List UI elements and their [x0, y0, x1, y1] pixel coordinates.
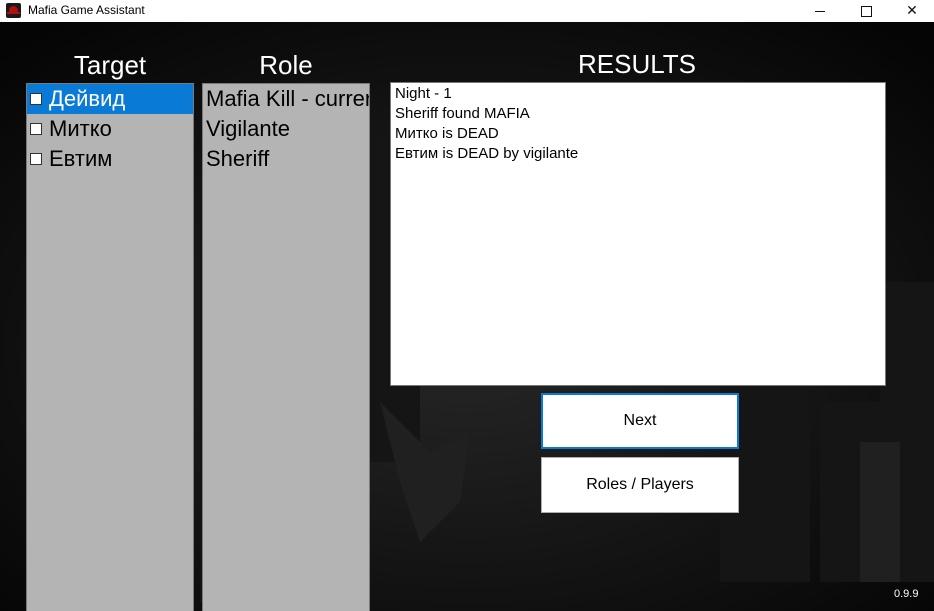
- role-header: Role: [259, 50, 313, 80]
- target-item[interactable]: Митко: [27, 114, 193, 144]
- title-bar: Mafia Game Assistant ✕: [0, 0, 934, 22]
- window-title: Mafia Game Assistant: [28, 3, 145, 17]
- next-button[interactable]: Next: [541, 393, 739, 449]
- result-line: Night - 1: [395, 85, 452, 102]
- role-item[interactable]: Sheriff: [203, 144, 369, 174]
- main-content: Target Role RESULTS Дейвид Митко Евтим M…: [0, 22, 934, 611]
- roles-players-button[interactable]: Roles / Players: [541, 457, 739, 513]
- role-label: Sheriff: [206, 146, 270, 171]
- role-item[interactable]: Vigilante: [203, 114, 369, 144]
- target-item[interactable]: Дейвид: [27, 84, 193, 114]
- result-line: Евтим is DEAD by vigilante: [395, 145, 579, 162]
- target-list[interactable]: Дейвид Митко Евтим: [26, 83, 194, 611]
- version-label: 0.9.9: [894, 588, 919, 600]
- fedora-hat-icon: [6, 3, 21, 18]
- target-label: Евтим: [49, 146, 113, 171]
- role-label: Vigilante: [206, 116, 290, 141]
- role-label: Mafia Kill - current: [206, 86, 370, 111]
- target-item[interactable]: Евтим: [27, 144, 193, 174]
- maximize-icon: [860, 5, 872, 17]
- target-header: Target: [73, 50, 147, 80]
- results-textbox[interactable]: Night - 1 Sheriff found MAFIA Митко is D…: [390, 82, 886, 386]
- minimize-button[interactable]: [797, 0, 843, 22]
- checkbox[interactable]: [30, 153, 42, 165]
- close-icon: ✕: [906, 2, 918, 18]
- checkbox[interactable]: [30, 93, 42, 105]
- results-header: RESULTS: [578, 49, 696, 79]
- role-list[interactable]: Mafia Kill - current Vigilante Sheriff: [202, 83, 370, 611]
- minimize-icon: [815, 10, 825, 12]
- result-line: Митко is DEAD: [395, 125, 499, 142]
- role-item[interactable]: Mafia Kill - current: [203, 84, 369, 114]
- checkbox[interactable]: [30, 123, 42, 135]
- maximize-button[interactable]: [843, 0, 889, 22]
- close-button[interactable]: ✕: [889, 0, 934, 22]
- result-line: Sheriff found MAFIA: [395, 105, 530, 122]
- target-label: Дейвид: [49, 86, 126, 111]
- target-label: Митко: [49, 116, 112, 141]
